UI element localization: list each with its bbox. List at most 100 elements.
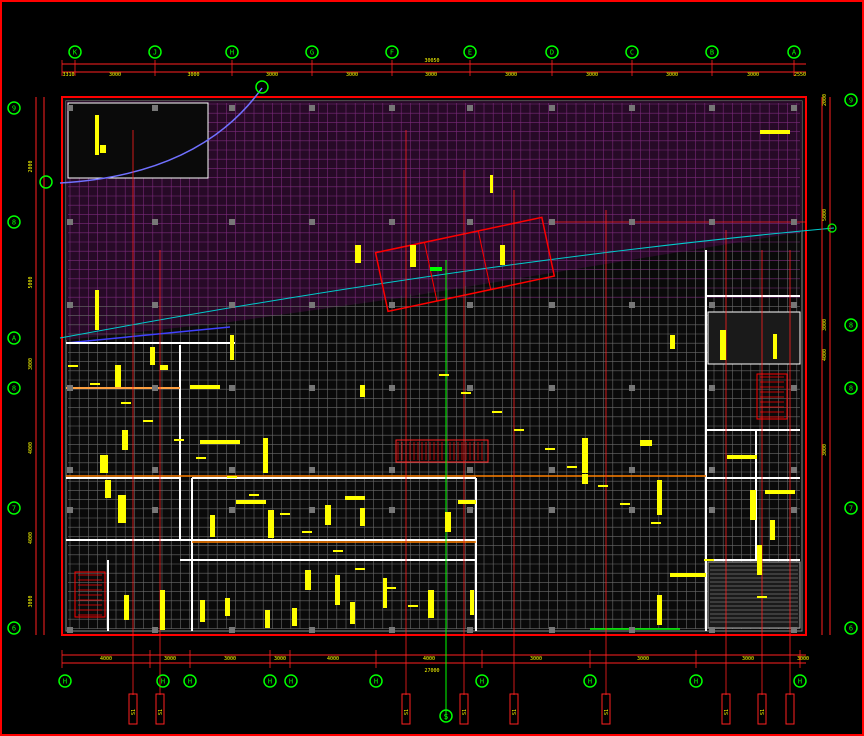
equipment-tick [333, 550, 343, 552]
bottom-axis-bubble: H [263, 674, 277, 688]
equipment-block [670, 573, 706, 577]
left-axis-bubble-label: 9 [12, 105, 16, 113]
section-tag-label: S1 [604, 709, 610, 715]
left-axis-bubbles: 9 8 A 8 7 6 [7, 101, 21, 635]
equipment-block [727, 455, 757, 459]
left-axis-bubble: A [7, 331, 21, 345]
left-axis-bubble: 6 [7, 621, 21, 635]
equipment-block [305, 570, 311, 590]
top-axis-bubble: H [225, 45, 239, 59]
equipment-block [757, 545, 762, 575]
left-axis-bubble: 9 [7, 101, 21, 115]
left-axis-bubble-label: 6 [12, 625, 16, 633]
right-dimension: 5000 [822, 209, 828, 221]
top-dimension: 3000 [505, 72, 517, 78]
equipment-block [445, 512, 451, 532]
section-tag-label: S1 [404, 709, 410, 715]
top-dimension: 3000 [666, 72, 678, 78]
bottom-axis-bubble: H [793, 674, 807, 688]
right-axis-bubble-label: 7 [849, 505, 853, 513]
equipment-block [360, 385, 365, 397]
equipment-block [410, 245, 416, 267]
equipment-tick [386, 587, 396, 589]
equipment-block [95, 290, 99, 330]
cad-floor-plan: 3310 3000 3000 3000 3000 3000 3000 3000 3000 3000… [0, 0, 864, 736]
equipment-tick [280, 513, 290, 515]
equipment-block [360, 508, 365, 526]
equipment-block [355, 245, 361, 263]
bottom-dimension: 4000 [327, 656, 339, 662]
equipment-block [325, 505, 331, 525]
equipment-tick [249, 494, 259, 496]
section-tag-label: S1 [462, 709, 468, 715]
section-tag: S1 [155, 693, 165, 725]
equipment-block [200, 600, 205, 622]
equipment-block [100, 455, 108, 473]
equipment-block [268, 510, 274, 538]
section-tags: S1 S1 S1 S1 S1 S1 S1 S1 [128, 693, 795, 725]
top-axis-bubble-label: C [630, 49, 634, 57]
equipment-block [582, 438, 588, 473]
equipment-block [760, 130, 790, 134]
top-axis-bubble: E [463, 45, 477, 59]
equipment-tick [492, 411, 502, 413]
equipment-tick [757, 596, 767, 598]
bottom-axis-bubble: H [583, 674, 597, 688]
top-axis-bubble: K [68, 45, 82, 59]
bottom-dimension: 3000 [224, 656, 236, 662]
bottom-dimension: 3000 [530, 656, 542, 662]
right-axis-bubble: 8 [844, 381, 858, 395]
right-dimension: 3000 [822, 319, 828, 331]
bottom-axis-bubble-label: H [63, 678, 67, 686]
left-axis-bubble-label: 8 [12, 219, 16, 227]
section-tag-label: S1 [131, 709, 137, 715]
bottom-axis-bubble-label: H [480, 678, 484, 686]
bottom-axis-bubble: H [369, 674, 383, 688]
top-axis-bubble-label: H [230, 49, 234, 57]
equipment-block [428, 590, 434, 618]
left-dimension: 5000 [28, 276, 34, 288]
bottom-axis-bubble: H [475, 674, 489, 688]
equipment-tick [439, 374, 449, 376]
equipment-tick [227, 476, 237, 478]
equipment-block [582, 474, 588, 484]
equipment-tick [90, 383, 100, 385]
top-dimension: 3000 [425, 72, 437, 78]
equipment-block [160, 590, 165, 630]
top-axis-bubble: D [545, 45, 559, 59]
right-axis-bubble: 6 [844, 621, 858, 635]
left-dimension: 4000 [28, 532, 34, 544]
bottom-dimension: 3000 [274, 656, 286, 662]
equipment-block [765, 490, 795, 494]
equipment-block [345, 496, 365, 500]
equipment-block [657, 595, 662, 625]
equipment-block [122, 430, 128, 450]
equipment-block [490, 175, 493, 193]
equipment-tick [174, 439, 184, 441]
left-axis-bubble: 8 [7, 215, 21, 229]
top-dimension: 3000 [346, 72, 358, 78]
section-tag-label: S1 [158, 709, 164, 715]
right-dimension: 4000 [822, 349, 828, 361]
equipment-block [230, 335, 234, 360]
section-tag-label: S1 [760, 709, 766, 715]
equipment-block [190, 385, 220, 389]
equipment-tick [545, 448, 555, 450]
section-tag: S1 [601, 693, 611, 725]
equipment-block [160, 365, 168, 370]
equipment-block [670, 335, 675, 349]
right-axis-bubbles: 9 8 8 7 6 [844, 93, 858, 635]
equipment-tick [567, 466, 577, 468]
top-dimension: 3000 [187, 72, 199, 78]
bottom-axis-bubble-label: H [188, 678, 192, 686]
section-tag: S1 [509, 693, 519, 725]
top-axis-bubble-label: F [390, 49, 394, 57]
left-axis-bubble-label: 8 [12, 385, 16, 393]
top-dimension: 3000 [586, 72, 598, 78]
bottom-overall-dimension: 27000 [424, 668, 439, 674]
top-dimension: 3000 [747, 72, 759, 78]
equipment-tick [143, 420, 153, 422]
bottom-dimension: 3000 [164, 656, 176, 662]
section-tag-label: S1 [512, 709, 518, 715]
top-axis-bubble: C [625, 45, 639, 59]
